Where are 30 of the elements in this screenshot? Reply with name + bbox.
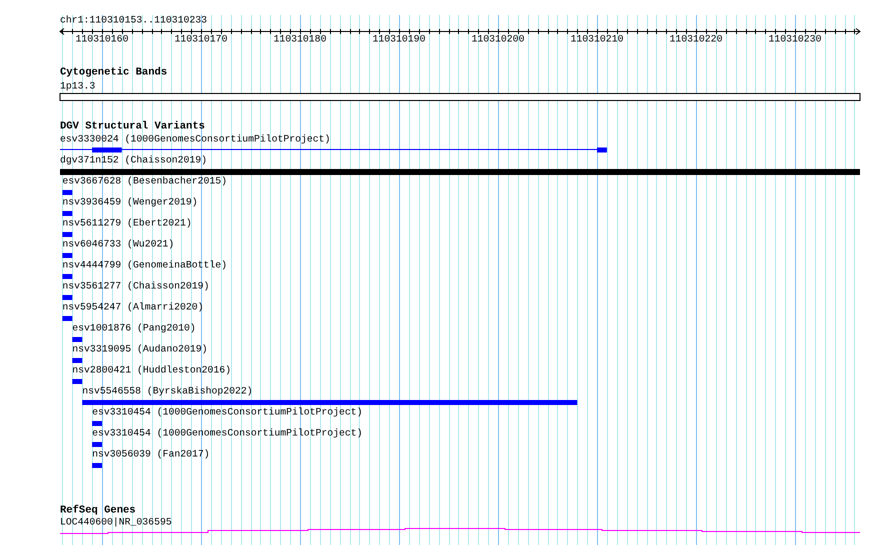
variant-label: nsv3561277 (Chaisson2019) bbox=[62, 280, 210, 292]
variant-label: nsv4444799 (GenomeinaBottle) bbox=[62, 259, 228, 270]
tick-label: 110310170 bbox=[174, 33, 228, 44]
variant-label: esv3330024 (1000GenomesConsortiumPilotProject) bbox=[60, 133, 330, 144]
variant-label: nsv5611279 (Ebert2021) bbox=[62, 217, 192, 228]
variant-label: nsv3319095 (Audano2019) bbox=[72, 343, 208, 354]
region-label: chr1:110310153..110310233 bbox=[60, 14, 207, 26]
tick-label: 110310160 bbox=[76, 33, 128, 44]
gene-label: LOC440600|NR_036595 bbox=[60, 516, 172, 528]
tick-label: 110310220 bbox=[670, 33, 722, 44]
variant-label: dgv371n152 (Chaisson2019) bbox=[60, 154, 207, 166]
variant-label: esv3667628 (Besenbacher2015) bbox=[62, 175, 228, 186]
variant-label: esv3310454 (1000GenomesConsortiumPilotProject) bbox=[92, 406, 363, 418]
tick-label: 110310180 bbox=[274, 33, 326, 44]
tick-label: 110310210 bbox=[570, 33, 624, 44]
tick-label: 110310190 bbox=[372, 33, 426, 44]
variant-label: nsv3056039 (Fan2017) bbox=[92, 448, 210, 460]
variant-label: nsv5546558 (ByrskaBishop2022) bbox=[82, 385, 253, 396]
variant-label: esv1001876 (Pang2010) bbox=[72, 322, 196, 334]
tick-label: 110310230 bbox=[768, 33, 822, 44]
track-title: RefSeq Genes bbox=[60, 504, 136, 516]
variant-label: nsv6046733 (Wu2021) bbox=[62, 238, 174, 250]
variant-label: nsv3936459 (Wenger2019) bbox=[62, 196, 198, 208]
track-title: Cytogenetic Bands bbox=[60, 66, 168, 78]
variant-label: esv3310454 (1000GenomesConsortiumPilotProject) bbox=[92, 427, 363, 438]
track-title: DGV Structural Variants bbox=[60, 120, 205, 132]
variant-label: nsv5954247 (Almarri2020) bbox=[62, 301, 204, 312]
band-label: 1p13.3 bbox=[60, 80, 96, 92]
tick-label: 110310200 bbox=[472, 33, 524, 44]
variant-label: nsv2800421 (Huddleston2016) bbox=[72, 364, 232, 376]
